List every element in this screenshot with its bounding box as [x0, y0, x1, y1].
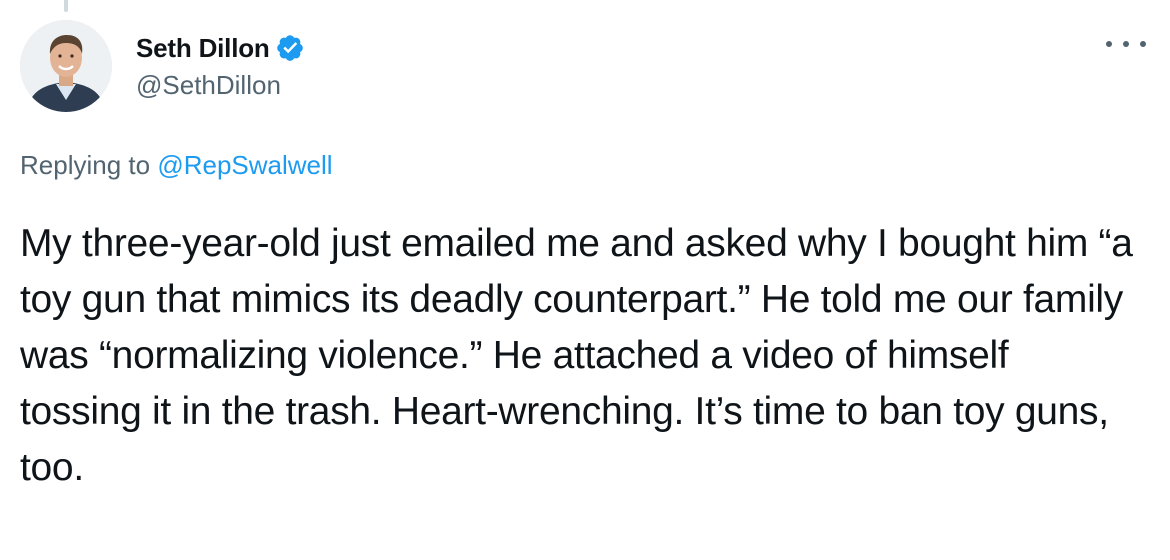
- avatar[interactable]: [20, 20, 112, 112]
- reply-mention-link[interactable]: @RepSwalwell: [157, 150, 332, 180]
- reply-context: Replying to @RepSwalwell: [20, 150, 333, 181]
- reply-context-prefix: Replying to: [20, 150, 158, 180]
- tweet-author[interactable]: Seth Dillon @SethDillon: [136, 30, 305, 104]
- more-options-button[interactable]: [1106, 34, 1146, 54]
- author-display-name[interactable]: Seth Dillon: [136, 33, 270, 64]
- thread-connector-line: [64, 0, 68, 12]
- verified-badge-icon: [275, 33, 305, 63]
- author-handle[interactable]: @SethDillon: [136, 70, 305, 104]
- author-name-row: Seth Dillon: [136, 30, 305, 66]
- more-horizontal-icon: [1106, 41, 1112, 47]
- tweet-text: My three-year-old just emailed me and as…: [20, 222, 1144, 489]
- more-dot: [1140, 41, 1146, 47]
- profile-photo-icon: [20, 20, 112, 112]
- more-dot: [1123, 41, 1129, 47]
